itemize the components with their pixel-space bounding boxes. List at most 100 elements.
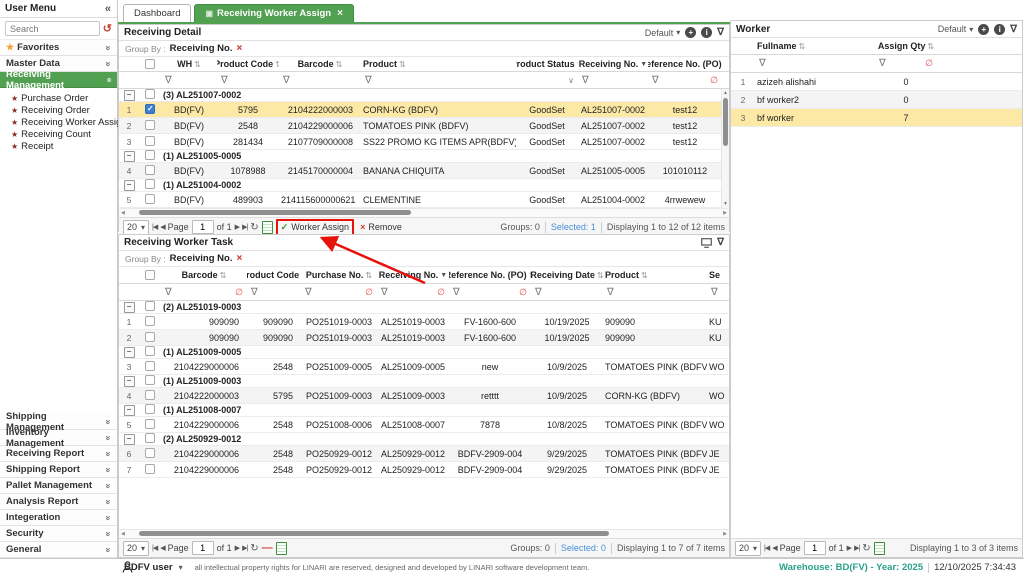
filter-icon[interactable]: ∇ [717, 27, 724, 38]
filter-purchase-no[interactable]: ∇∅ [301, 287, 377, 298]
tab-receiving-worker-assign[interactable]: ▣ Receiving Worker Assign × [194, 4, 353, 22]
sidebar-item-receiving-order[interactable]: ★Receiving Order [0, 104, 117, 116]
funnel-icon[interactable]: ∇ [283, 75, 290, 86]
page-size-select[interactable]: 20 ▾ [123, 220, 149, 235]
table-row[interactable]: 621042290000062548PO250929-0012AL250929-… [119, 446, 729, 462]
collapse-group-icon[interactable]: − [124, 151, 135, 162]
info-circle-icon[interactable]: i [701, 27, 712, 38]
select-all-checkbox[interactable] [139, 270, 161, 280]
filter-product-code[interactable]: ∇ [247, 287, 301, 298]
filter-icon[interactable]: ∇ [717, 237, 724, 248]
group-row[interactable]: −(1) AL251009-0003 [119, 375, 729, 388]
scrollbar-thumb[interactable] [139, 210, 411, 215]
row-checkbox[interactable] [139, 390, 161, 402]
first-page-icon[interactable]: |◀ [152, 544, 157, 552]
filter-product-status[interactable]: ∨ [516, 76, 578, 85]
column-header-product[interactable]: Product⇅ [603, 270, 707, 280]
column-header-reference-no-po[interactable]: Reference No. (PO)⇅ [449, 270, 531, 280]
last-page-icon[interactable]: ▶| [242, 544, 247, 552]
group-checkbox[interactable] [145, 433, 155, 443]
page-size-select[interactable]: 20 ▾ [123, 541, 149, 556]
group-row[interactable]: −(1) AL251005-0005 [119, 150, 729, 163]
scrollbar-thumb[interactable] [723, 98, 728, 146]
remove-grouping-icon[interactable]: × [236, 43, 242, 54]
sidebar-item-receiving-worker-assign[interactable]: ★Receiving Worker Assign [0, 116, 117, 128]
table-row[interactable]: 321042290000062548PO251009-0005AL251009-… [119, 359, 729, 375]
next-page-icon[interactable]: ▶ [235, 223, 239, 231]
scroll-down-icon[interactable]: ▼ [723, 201, 728, 207]
group-row[interactable]: −(2) AL251019-0003 [119, 301, 729, 314]
group-row[interactable]: −(1) AL251004-0002 [119, 179, 729, 192]
tab-dashboard[interactable]: Dashboard [123, 4, 191, 22]
sidebar-section-general[interactable]: General» [0, 542, 117, 558]
group-checkbox[interactable] [145, 89, 155, 99]
clear-filter-icon[interactable]: ∅ [710, 75, 718, 86]
row-checkbox[interactable] [139, 136, 161, 148]
column-header-purchase-no[interactable]: Purchase No.⇅ [301, 270, 377, 280]
column-header-product[interactable]: Product⇅ [361, 59, 516, 69]
table-row[interactable]: 2bf worker20 [731, 91, 1022, 109]
scroll-left-icon[interactable]: ◀ [121, 209, 125, 217]
clear-filter-icon[interactable]: ∅ [365, 287, 373, 298]
row-checkbox[interactable] [139, 194, 161, 206]
funnel-icon[interactable]: ∇ [165, 75, 172, 86]
clear-filter-icon[interactable]: ∅ [925, 58, 933, 69]
filter-assign-qty[interactable]: ∇∅ [875, 58, 937, 69]
group-row[interactable]: −(2) AL250929-0012 [119, 433, 729, 446]
clear-filter-icon[interactable]: ∅ [235, 287, 243, 298]
table-row[interactable]: 3bf worker7 [731, 109, 1022, 127]
column-header-assign-qty[interactable]: Assign Qty⇅ [875, 41, 937, 51]
view-selector[interactable]: Default ▾ [645, 28, 681, 38]
sidebar-section-favorites[interactable]: ★ Favorites » [0, 40, 117, 56]
select-filter-icon[interactable]: ∨ [568, 76, 574, 85]
excel-export-icon[interactable] [262, 221, 273, 234]
select-all-checkbox[interactable] [139, 59, 161, 69]
horizontal-scrollbar[interactable]: ◀ ▶ [119, 208, 729, 217]
collapse-group-icon[interactable]: − [124, 434, 135, 445]
collapse-group-icon[interactable]: − [124, 347, 135, 358]
funnel-icon[interactable]: ∇ [251, 287, 258, 298]
sidebar-section-security[interactable]: Security» [0, 526, 117, 542]
filter-icon[interactable]: ∇ [1010, 24, 1017, 35]
table-row[interactable]: 5BD(FV)489903214115600000621CLEMENTINEGo… [119, 192, 729, 208]
filter-barcode[interactable]: ∇ [279, 75, 361, 86]
column-header-wh[interactable]: WH⇅ [161, 59, 217, 69]
row-checkbox[interactable] [139, 165, 161, 177]
group-row[interactable]: −(3) AL251007-0002 [119, 89, 729, 102]
filter-receiving-date[interactable]: ∇ [531, 287, 603, 298]
funnel-icon[interactable]: ∇ [607, 287, 614, 298]
next-page-icon[interactable]: ▶ [235, 544, 239, 552]
column-header-receiving-no[interactable]: Receiving No.▼ [377, 270, 449, 280]
sidebar-section-pallet-management[interactable]: Pallet Management» [0, 478, 117, 494]
column-header-barcode[interactable]: Barcode⇅ [279, 59, 361, 69]
table-row[interactable]: 1909090909090PO251019-0003AL251019-0003F… [119, 314, 729, 330]
table-row[interactable]: 421042220000035795PO251009-0003AL251009-… [119, 388, 729, 404]
table-row[interactable]: 721042290000062548PO250929-0012AL250929-… [119, 462, 729, 478]
funnel-icon[interactable]: ∇ [165, 287, 172, 298]
filter-barcode[interactable]: ∇∅ [161, 287, 247, 298]
info-circle-icon[interactable]: i [994, 24, 1005, 35]
funnel-icon[interactable]: ∇ [453, 287, 460, 298]
funnel-icon[interactable]: ∇ [381, 287, 388, 298]
search-action-icon[interactable]: ↺ [103, 24, 112, 34]
funnel-icon[interactable]: ∇ [365, 75, 372, 86]
row-checkbox[interactable] [139, 448, 161, 460]
table-row[interactable]: 2BD(FV)25482104229000006TOMATOES PINK (B… [119, 118, 729, 134]
row-checkbox[interactable] [139, 104, 161, 116]
remove-row-icon[interactable]: — [262, 542, 273, 554]
table-row[interactable]: 2909090909090PO251019-0003AL251019-0003F… [119, 330, 729, 346]
remove-grouping-icon[interactable]: × [236, 253, 242, 264]
funnel-icon[interactable]: ∇ [652, 75, 659, 86]
group-checkbox[interactable] [145, 150, 155, 160]
add-circle-icon[interactable]: + [978, 24, 989, 35]
horizontal-scrollbar[interactable]: ◀ ▶ [119, 529, 729, 538]
group-checkbox[interactable] [145, 404, 155, 414]
scroll-up-icon[interactable]: ▲ [723, 90, 728, 96]
collapse-group-icon[interactable]: − [124, 376, 135, 387]
row-checkbox[interactable] [139, 419, 161, 431]
group-row[interactable]: −(1) AL251009-0005 [119, 346, 729, 359]
column-header-se[interactable]: Se [707, 270, 729, 280]
collapse-group-icon[interactable]: − [124, 90, 135, 101]
page-input[interactable] [804, 541, 826, 555]
group-checkbox[interactable] [145, 301, 155, 311]
